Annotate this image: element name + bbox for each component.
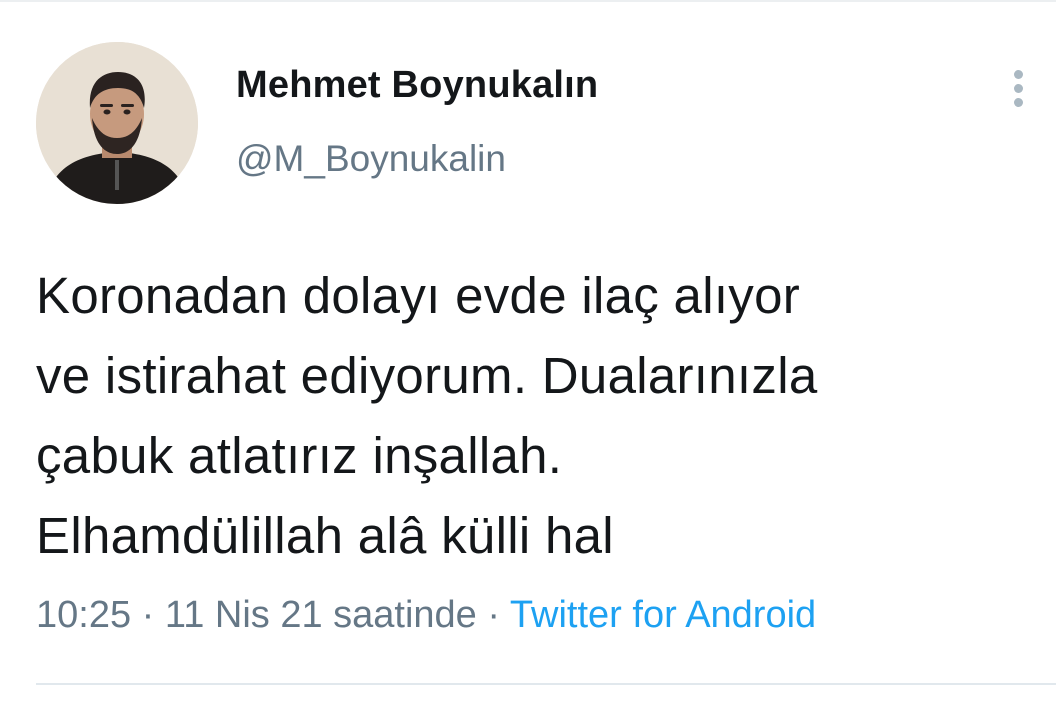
author-handle[interactable]: @M_Boynukalin bbox=[236, 138, 506, 180]
tweet-text-line: Koronadan dolayı evde ilaç alıyor bbox=[36, 267, 801, 324]
tweet-metadata: 10:25 · 11 Nis 21 saatinde · Twitter for… bbox=[36, 594, 816, 637]
tweet-text-line: çabuk atlatırız inşallah. bbox=[36, 427, 563, 484]
dot bbox=[1014, 84, 1023, 93]
tweet-text-line: ve istirahat ediyorum. Dualarınızla bbox=[36, 347, 818, 404]
tweet-text: Koronadan dolayı evde ilaç alıyor ve ist… bbox=[36, 256, 1036, 576]
dot bbox=[1014, 98, 1023, 107]
tweet-source-link[interactable]: Twitter for Android bbox=[510, 594, 816, 636]
author-display-name[interactable]: Mehmet Boynukalın bbox=[236, 64, 598, 107]
more-options-button[interactable] bbox=[1004, 66, 1034, 112]
bottom-divider bbox=[36, 683, 1056, 685]
author-avatar[interactable] bbox=[36, 42, 198, 204]
tweet-date[interactable]: 11 Nis 21 saatinde bbox=[165, 594, 477, 636]
avatar-photo bbox=[36, 42, 198, 204]
tweet-text-line: Elhamdülillah alâ külli hal bbox=[36, 507, 614, 564]
dot bbox=[1014, 70, 1023, 79]
meta-separator: · bbox=[131, 594, 165, 636]
tweet-card: Mehmet Boynukalın @M_Boynukalin Koronada… bbox=[0, 0, 1056, 703]
tweet-time[interactable]: 10:25 bbox=[36, 594, 131, 636]
meta-separator: · bbox=[476, 594, 510, 636]
